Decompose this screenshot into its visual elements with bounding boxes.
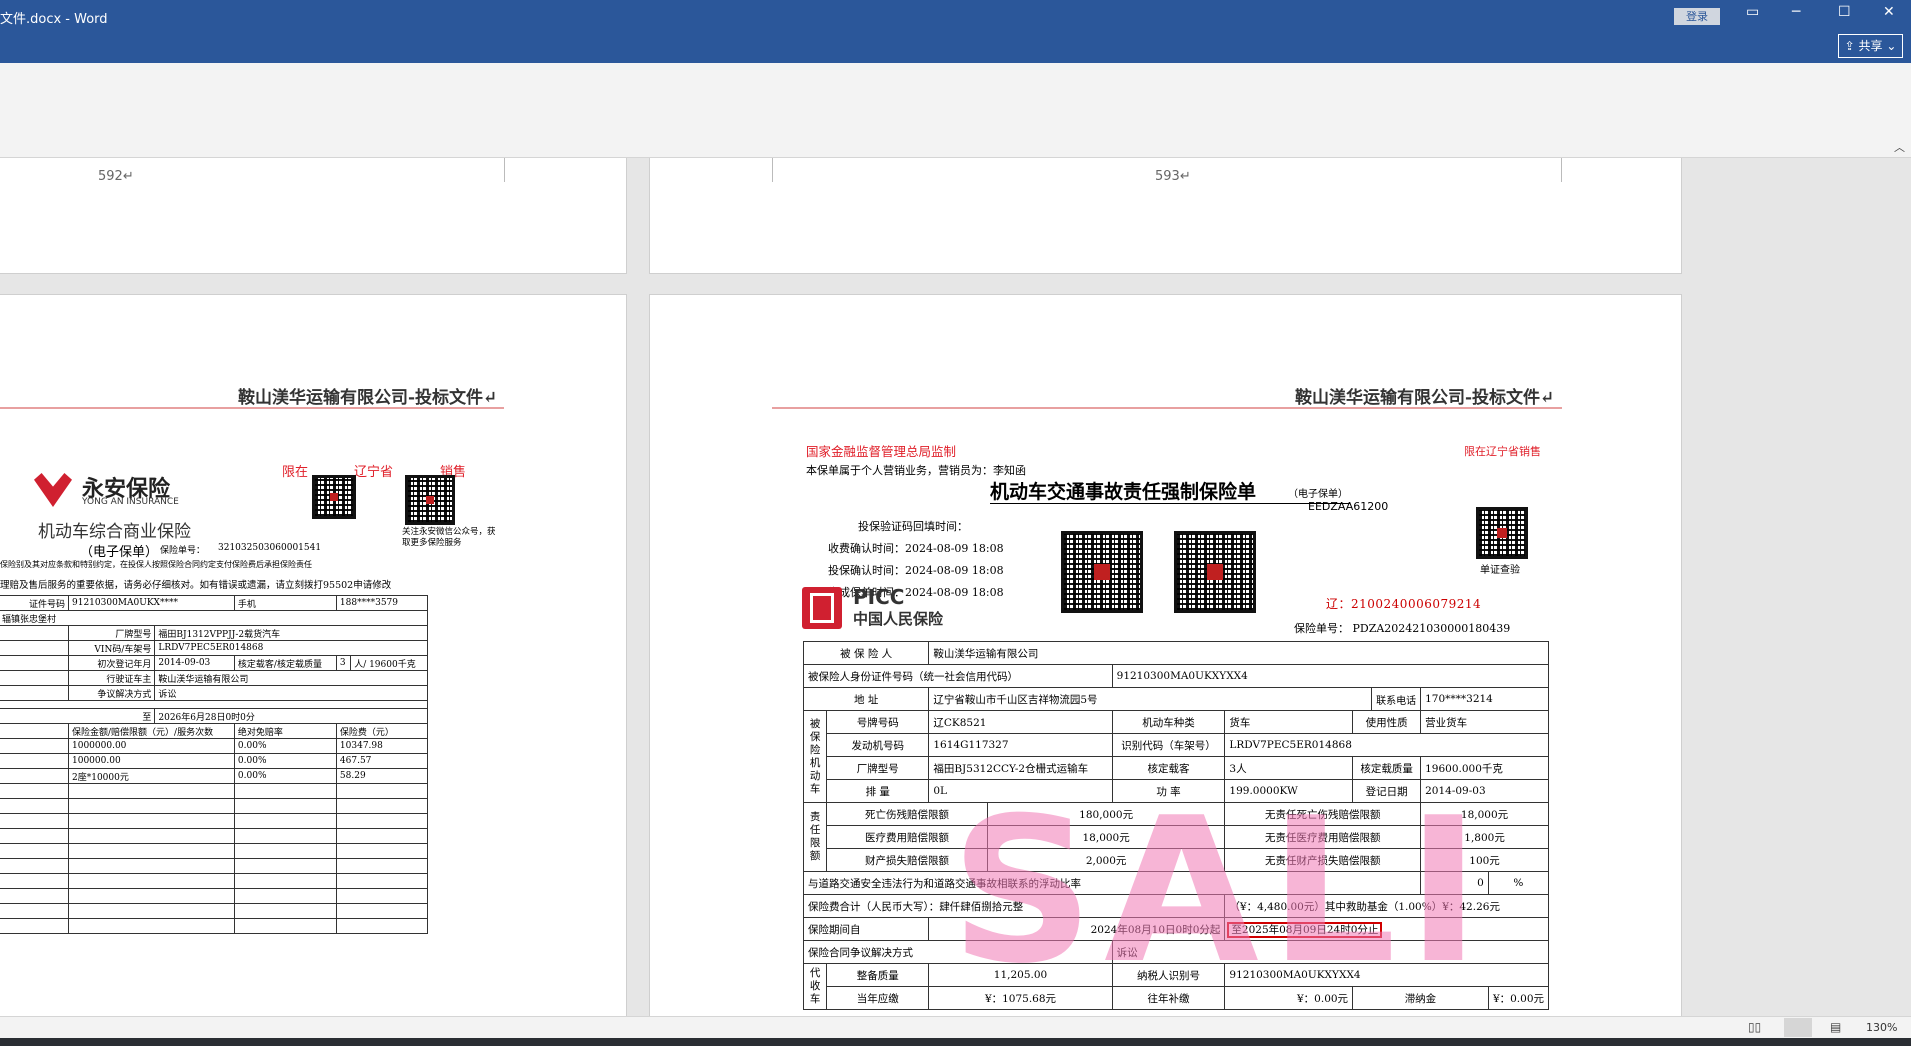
yongan-logo-icon bbox=[34, 473, 72, 507]
left-sub: （电子保单） bbox=[80, 545, 159, 560]
apply-time: 投保确认时间：2024-08-09 18:08 bbox=[828, 564, 1004, 577]
qr-code-icon bbox=[1476, 507, 1528, 559]
share-icon: ⇪ bbox=[1844, 39, 1855, 53]
left-note: 理赔及售后服务的重要依据，请务必仔细核对。如有错误或遗漏，请立刻拨打95502申… bbox=[0, 580, 392, 591]
close-icon[interactable]: ✕ bbox=[1883, 4, 1895, 20]
restrict-text: 限在辽宁省销售 bbox=[1464, 445, 1541, 458]
share-button[interactable]: ⇪ 共享 ⌄ bbox=[1838, 34, 1903, 58]
verify-label: 单证查验 bbox=[1480, 565, 1520, 576]
print-layout-icon[interactable] bbox=[1784, 1018, 1812, 1037]
page-593-bottom: 593↵ bbox=[649, 158, 1682, 274]
left-title: 机动车综合商业保险 bbox=[38, 522, 191, 542]
chevron-down-icon: ⌄ bbox=[1886, 39, 1897, 53]
policy-no: 321032503060001541 bbox=[218, 543, 322, 553]
left-note: 保险别及其对应条款和特别约定，在投保人按照保险合同约定支付保险费后承担保险责任 bbox=[0, 560, 312, 569]
qr-code-icon bbox=[1174, 531, 1256, 613]
qr-code-icon bbox=[405, 475, 455, 525]
fill-time: 投保验证码回填时间： bbox=[858, 520, 968, 533]
page-number: 592↵ bbox=[98, 169, 134, 184]
title-bar: 文件.docx - Word 登录 ▭ ─ ☐ ✕ ⇪ 共享 ⌄ bbox=[0, 0, 1911, 63]
status-bar: ▯▯ ▤ 130% bbox=[0, 1016, 1911, 1038]
web-layout-icon[interactable]: ▤ bbox=[1830, 1020, 1841, 1034]
login-button[interactable]: 登录 bbox=[1674, 8, 1720, 25]
taskbar bbox=[0, 1038, 1911, 1046]
qr-code-icon bbox=[312, 475, 356, 519]
collapse-ribbon-icon[interactable]: ︿ bbox=[1894, 139, 1905, 155]
document-area[interactable]: 592↵ 593↵ 鞍山渼华运输有限公司-投标文件↵ 限在 辽宁省 销售 永安保… bbox=[0, 158, 1911, 1016]
liao-code: 辽：2100240006079214 bbox=[1326, 597, 1482, 611]
ribbon-display-icon[interactable]: ▭ bbox=[1746, 4, 1759, 20]
read-mode-icon[interactable]: ▯▯ bbox=[1748, 1020, 1761, 1034]
window-title: 文件.docx - Word bbox=[0, 12, 108, 27]
agent-text: 本保单属于个人营销业务，营销员为：李知函 bbox=[806, 464, 1026, 477]
page-header: 鞍山渼华运输有限公司-投标文件↵ bbox=[1295, 388, 1555, 408]
restrict-text: 限在 bbox=[282, 465, 309, 480]
pay-time: 收费确认时间：2024-08-09 18:08 bbox=[828, 542, 1004, 555]
picc-cn: 中国人民保险 bbox=[853, 610, 944, 628]
page-left: 鞍山渼华运输有限公司-投标文件↵ 限在 辽宁省 销售 永安保险 YONG AN … bbox=[0, 294, 627, 1016]
qr-code-icon bbox=[1061, 531, 1143, 613]
policy-no-label: 保险单号： bbox=[160, 546, 206, 556]
sali-watermark: SALI bbox=[950, 775, 1491, 1008]
policy-title: 机动车交通事故责任强制保险单 bbox=[990, 481, 1257, 503]
wechat-note: 关注永安微信公众号，获取更多保险服务 bbox=[402, 527, 496, 548]
zoom-level[interactable]: 130% bbox=[1866, 1021, 1897, 1034]
restrict-text: 辽宁省 bbox=[354, 465, 394, 480]
supervise-text: 国家金融监督管理总局监制 bbox=[806, 444, 957, 459]
minimize-icon[interactable]: ─ bbox=[1792, 4, 1800, 20]
page-right: 鞍山渼华运输有限公司-投标文件↵ 国家金融监督管理总局监制 限在辽宁省销售 本保… bbox=[649, 294, 1682, 1016]
page-number: 593↵ bbox=[1155, 169, 1191, 184]
picc-text: PICC bbox=[853, 585, 905, 609]
picc-logo-icon bbox=[802, 587, 842, 629]
policy-number: 保险单号： PDZA202421030000180439 bbox=[1294, 622, 1511, 635]
policy-title-sub: （电子保单） bbox=[1288, 489, 1348, 500]
page-header: 鞍山渼华运输有限公司-投标文件↵ bbox=[238, 388, 498, 408]
maximize-icon[interactable]: ☐ bbox=[1838, 4, 1851, 20]
share-label: 共享 bbox=[1858, 39, 1883, 53]
brand-en: YONG AN INSURANCE bbox=[82, 497, 179, 507]
ribbon: ︿ bbox=[0, 63, 1911, 158]
form-code: EEDZAA61200 bbox=[1308, 500, 1389, 513]
left-policy-table: 证件号码 91210300MA0UKX**** 手机 188****3579 辐镇张忠… bbox=[0, 595, 429, 934]
page-592-bottom: 592↵ bbox=[0, 158, 627, 274]
